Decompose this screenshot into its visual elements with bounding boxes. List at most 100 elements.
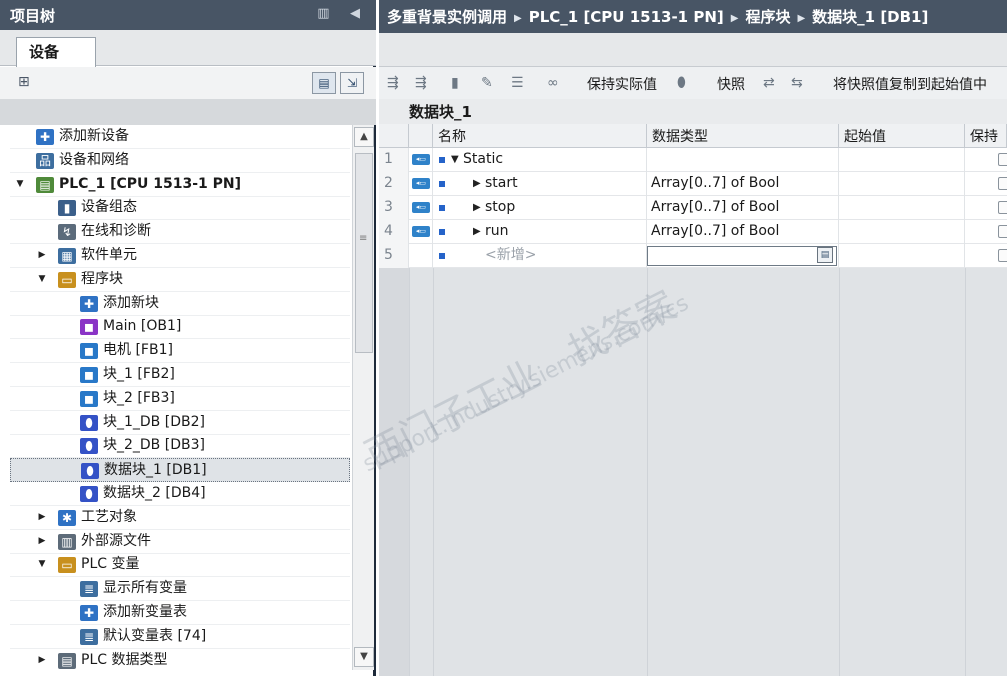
start-value-cell[interactable] — [839, 148, 965, 172]
collapsed-arrow-icon[interactable]: ▶ — [36, 649, 48, 670]
scroll-up-icon[interactable]: ▲ — [354, 127, 374, 147]
data-type-cell[interactable]: Array[0..7] of Bool — [647, 172, 839, 196]
tree-scrollbar[interactable]: ▲ ≡ ▼ — [352, 125, 374, 670]
retain-checkbox[interactable] — [998, 201, 1007, 214]
start-value-cell[interactable] — [839, 196, 965, 220]
expanded-arrow-icon[interactable]: ▼ — [14, 173, 26, 196]
start-value-cell[interactable] — [839, 244, 965, 268]
expand-all-icon[interactable]: ▮ — [451, 75, 459, 91]
table-row[interactable]: 1 ◂▭ ▼ Static — [379, 148, 1007, 172]
name-cell[interactable]: ▶ run — [433, 220, 647, 244]
collapsed-arrow-icon[interactable]: ▶ — [36, 244, 48, 267]
data-type-cell[interactable] — [647, 148, 839, 172]
monitor-icon[interactable]: ∞ — [547, 75, 559, 91]
tree-item[interactable]: ⬮ 块_1_DB [DB2] — [10, 411, 350, 435]
expanded-arrow-icon[interactable]: ▼ — [451, 148, 459, 171]
table-row[interactable]: 4 ◂▭ ▶ run Array[0..7] of Bool — [379, 220, 1007, 244]
table-row[interactable]: 5 <新增> ▤ — [379, 244, 1007, 268]
data-type-value: Array[0..7] of Bool — [651, 199, 780, 215]
data-type-picker-icon[interactable]: ▤ — [817, 247, 833, 263]
tree-item[interactable]: ⬮ 块_2_DB [DB3] — [10, 434, 350, 459]
column-header-data-type[interactable]: 数据类型 — [647, 124, 839, 148]
column-header-icon — [409, 124, 433, 148]
collapsed-arrow-icon[interactable]: ▶ — [473, 172, 481, 195]
insert-row-icon[interactable]: ⇶ — [387, 75, 399, 91]
name-cell[interactable]: ▼ Static — [433, 148, 647, 172]
tab-devices[interactable]: 设备 — [16, 37, 96, 67]
column-header-start-value[interactable]: 起始值 — [839, 124, 965, 148]
copy-snapshot-icon[interactable]: ⇄ — [763, 75, 775, 91]
breadcrumb-plc[interactable]: PLC_1 [CPU 1513-1 PN] — [529, 8, 724, 26]
breadcrumb-program-blocks[interactable]: 程序块 — [745, 8, 790, 26]
project-tree-panel: 项目树 ▥ ◀ 设备 ⊞ ▤ ⇲ ✚ 添加新设备品设备和网络 ▼ ▤ PLC_1 [CP… — [0, 0, 376, 676]
tree-item[interactable]: ▶ ▦ 软件单元 — [10, 244, 350, 268]
retain-cell — [965, 172, 1007, 196]
name-cell[interactable]: <新增> — [433, 244, 647, 268]
expanded-arrow-icon[interactable]: ▼ — [36, 268, 48, 291]
add-row-icon[interactable]: ⇶ — [415, 75, 427, 91]
chevron-right-icon: ▶ — [730, 13, 739, 24]
retain-checkbox[interactable] — [998, 249, 1007, 262]
keep-actual-values-button[interactable]: 保持实际值 — [587, 74, 657, 94]
tree-item[interactable]: ◼ 块_1 [FB2] — [10, 363, 350, 387]
retain-checkbox[interactable] — [998, 177, 1007, 190]
tree-item[interactable]: ◼ 块_2 [FB3] — [10, 387, 350, 411]
retain-checkbox[interactable] — [998, 225, 1007, 238]
tree-item[interactable]: ✚ 添加新变量表 — [10, 601, 350, 625]
row-number: 2 — [379, 172, 409, 196]
collapsed-arrow-icon[interactable]: ▶ — [36, 530, 48, 553]
name-cell[interactable]: ▶ stop — [433, 196, 647, 220]
table-row[interactable]: 3 ◂▭ ▶ stop Array[0..7] of Bool — [379, 196, 1007, 220]
tree-item[interactable]: ⬮ 数据块_2 [DB4] — [10, 482, 350, 506]
column-header-retain[interactable]: 保持 — [965, 124, 1007, 148]
expanded-arrow-icon[interactable]: ▼ — [36, 553, 48, 576]
tree-item[interactable]: ▼ ▤ PLC_1 [CPU 1513-1 PN] — [10, 173, 350, 197]
column-header-name[interactable]: 名称 — [433, 124, 647, 148]
data-type-cell[interactable]: ▤ — [647, 244, 839, 268]
overview-view-button[interactable]: ▤ — [312, 72, 336, 94]
tree-item[interactable]: ◼ Main [OB1] — [10, 315, 350, 340]
export-button[interactable]: ⇲ — [340, 72, 364, 94]
start-value-cell[interactable] — [839, 220, 965, 244]
breadcrumb-data-block[interactable]: 数据块_1 [DB1] — [812, 8, 928, 26]
row-icon-cell — [409, 244, 433, 268]
data-type-input[interactable] — [647, 246, 837, 266]
data-type-cell[interactable]: Array[0..7] of Bool — [647, 220, 839, 244]
name-cell[interactable]: ▶ start — [433, 172, 647, 196]
tree-item[interactable]: ✚ 添加新设备 — [10, 125, 350, 149]
data-type-cell[interactable]: Array[0..7] of Bool — [647, 196, 839, 220]
collapsed-arrow-icon[interactable]: ▶ — [36, 506, 48, 529]
interface-static-icon: ◂▭ — [412, 154, 430, 165]
list-view-icon[interactable]: ☰ — [511, 75, 524, 91]
new-item-icon[interactable]: ⊞ — [18, 74, 30, 90]
scroll-down-icon[interactable]: ▼ — [354, 647, 374, 667]
snapshot-button[interactable]: 快照 — [717, 74, 745, 94]
snapshot-db-icon[interactable]: ⬮ — [677, 75, 686, 91]
retain-checkbox[interactable] — [998, 153, 1007, 166]
tree-item[interactable]: ▼ ▭ PLC 变量 — [10, 553, 350, 578]
external-source-files-icon: ▥ — [58, 533, 76, 550]
tree-item[interactable]: ⬮ 数据块_1 [DB1] — [10, 458, 350, 483]
collapsed-arrow-icon[interactable]: ▶ — [473, 196, 481, 219]
breadcrumb-project[interactable]: 多重背景实例调用 — [387, 8, 507, 26]
tree-item[interactable]: ≣ 显示所有变量 — [10, 577, 350, 602]
tree-item[interactable]: ↯ 在线和诊断 — [10, 220, 350, 245]
copy-snapshot-to-start-button[interactable]: 将快照值复制到起始值中 — [833, 74, 987, 94]
tree-item[interactable]: ▮ 设备组态 — [10, 196, 350, 221]
start-value-cell[interactable] — [839, 172, 965, 196]
tree-item[interactable]: ▶ ▥ 外部源文件 — [10, 530, 350, 554]
panel-collapse-controls[interactable]: ▥ ◀ — [317, 6, 368, 21]
tree-item[interactable]: ▼ ▭ 程序块 — [10, 268, 350, 292]
collapse-all-icon[interactable]: ✎ — [481, 75, 493, 91]
tree-item[interactable]: ▶ ✱ 工艺对象 — [10, 506, 350, 530]
add-new-placeholder: <新增> — [485, 247, 537, 263]
tree-item[interactable]: ▶ ▤ PLC 数据类型 — [10, 649, 350, 670]
tree-item[interactable]: ◼ 电机 [FB1] — [10, 339, 350, 364]
tree-item[interactable]: ≣ 默认变量表 [74] — [10, 625, 350, 649]
tree-item[interactable]: ✚ 添加新块 — [10, 292, 350, 316]
table-row[interactable]: 2 ◂▭ ▶ start Array[0..7] of Bool — [379, 172, 1007, 196]
tree-item[interactable]: 品设备和网络 — [10, 149, 350, 173]
load-snapshot-icon[interactable]: ⇆ — [791, 75, 803, 91]
scroll-thumb[interactable] — [355, 153, 373, 353]
collapsed-arrow-icon[interactable]: ▶ — [473, 220, 481, 243]
